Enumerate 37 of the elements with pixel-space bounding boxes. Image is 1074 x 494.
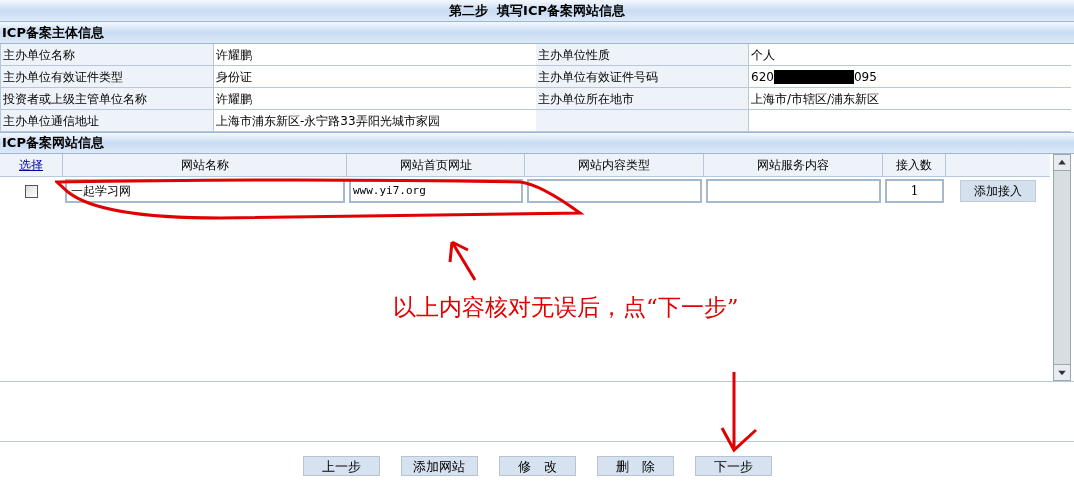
nav-button[interactable]: 删 除 (596, 456, 674, 476)
label-cell: 主办单位性质 (536, 44, 749, 66)
column-header: 网站服务内容 (704, 154, 883, 176)
label-cell: 主办单位名称 (1, 44, 214, 66)
service-field[interactable] (706, 179, 881, 203)
scroll-up-icon[interactable] (1054, 155, 1070, 171)
value-cell-text: 上海市/市辖区/浦东新区 (751, 90, 880, 108)
nav-button[interactable]: 添加网站 (400, 456, 478, 476)
column-header: 网站名称 (63, 154, 347, 176)
label-cell: 主办单位有效证件号码 (536, 66, 749, 88)
value-cell-text: 身份证 (216, 68, 252, 86)
content-type-field[interactable] (527, 179, 702, 203)
value-cell-text: 620 (751, 68, 774, 86)
section-title: ICP备案网站信息 (2, 134, 104, 153)
label-cell: 投资者或上级主管单位名称 (1, 88, 214, 110)
value-cell-text: 许耀鹏 (216, 90, 252, 108)
label-cell: 主办单位所在地市 (536, 88, 749, 110)
count-field[interactable]: 1 (885, 179, 944, 203)
value-cell-text: 095 (853, 68, 877, 86)
annotation-text: 以上内容核对无误后，点“下一步” (393, 293, 739, 322)
label-cell: 主办单位有效证件类型 (1, 66, 214, 88)
label-cell: 主办单位通信地址 (1, 110, 214, 132)
window-title: 第二步 填写ICP备案网站信息 (449, 1, 625, 20)
value-cell-text: 上海市浦东新区-永宁路33弄阳光城市家园 (216, 112, 440, 130)
value-cell-text: 个人 (751, 46, 775, 64)
value-cell-text: 许耀鹏 (216, 46, 252, 64)
column-header: 网站首页网址 (347, 154, 525, 176)
nav-button[interactable]: 下一步 (694, 456, 772, 476)
scroll-down-icon[interactable] (1054, 364, 1070, 380)
column-header: 接入数 (883, 154, 946, 176)
row-checkbox[interactable] (25, 184, 38, 198)
nav-button[interactable]: 修 改 (498, 456, 576, 476)
scrollbar[interactable] (1053, 154, 1071, 381)
nav-button[interactable]: 上一步 (302, 456, 380, 476)
column-header: 网站内容类型 (525, 154, 704, 176)
add-access-button[interactable]: 添加接入 (960, 180, 1036, 202)
section-title: ICP备案主体信息 (2, 23, 104, 42)
